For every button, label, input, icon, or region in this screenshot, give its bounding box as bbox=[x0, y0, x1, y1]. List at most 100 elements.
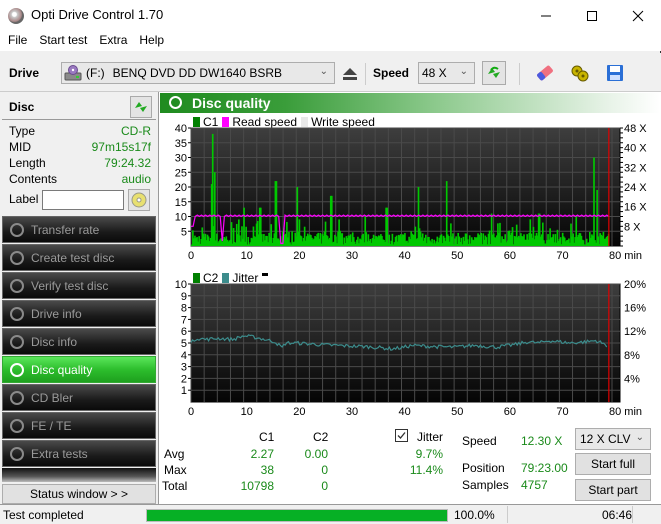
save-icon bbox=[607, 65, 623, 81]
erase-button[interactable] bbox=[533, 61, 557, 85]
c1-bar bbox=[488, 230, 491, 246]
start-part-button[interactable]: Start part bbox=[575, 479, 651, 501]
nav-disc-quality[interactable]: Disc quality bbox=[2, 356, 156, 383]
cd-bler-icon bbox=[10, 391, 24, 405]
y2-tick-label: 12% bbox=[624, 326, 646, 338]
progress-fill bbox=[147, 510, 447, 521]
refresh-speed-button[interactable] bbox=[482, 61, 506, 85]
total-c1: 10798 bbox=[240, 479, 274, 493]
avg-label: Avg bbox=[164, 447, 185, 461]
disc-label-button[interactable] bbox=[128, 189, 150, 211]
y-tick-label: 15 bbox=[175, 197, 187, 209]
max-label: Max bbox=[164, 463, 187, 477]
title-bar: Opti Drive Control 1.70 bbox=[0, 0, 661, 31]
nav-disc-info[interactable]: Disc info bbox=[2, 328, 156, 355]
disc-contents-value: audio bbox=[121, 172, 151, 186]
y-tick-label: 35 bbox=[175, 138, 187, 150]
c1-bar bbox=[230, 222, 233, 246]
avg-jitter: 9.7% bbox=[415, 447, 443, 461]
close-button[interactable] bbox=[615, 0, 661, 31]
y-tick-label: 1 bbox=[181, 385, 187, 397]
disc-mid-label: MID bbox=[9, 140, 31, 154]
drive-icon bbox=[64, 65, 82, 81]
disc-info-icon bbox=[10, 335, 24, 349]
c1-bar bbox=[480, 232, 483, 246]
status-window-button[interactable]: Status window > > bbox=[2, 484, 156, 504]
eject-button[interactable] bbox=[338, 62, 362, 86]
nav-label: Transfer rate bbox=[31, 223, 100, 237]
total-c2: 0 bbox=[321, 479, 328, 493]
c1-bar bbox=[511, 227, 514, 246]
nav-label: FE / TE bbox=[31, 419, 72, 433]
c1-bar bbox=[270, 224, 273, 246]
disc-label-input[interactable] bbox=[42, 190, 124, 210]
nav-label: Disc info bbox=[31, 335, 78, 349]
toolbar-divider bbox=[365, 63, 366, 85]
nav-transfer-rate[interactable]: Transfer rate bbox=[2, 216, 156, 243]
y-tick-label: 40 bbox=[175, 123, 187, 135]
nav-verify-test-disc[interactable]: Verify test disc bbox=[2, 272, 156, 299]
legend-marker bbox=[262, 272, 269, 276]
save-button[interactable] bbox=[603, 61, 627, 85]
c1-chart: 0 10 20 30 40 50 60 70 80 min 5 10 15 20 25 30 35 40 8 X 1… bbox=[175, 123, 648, 262]
nav-create-test-disc[interactable]: Create test disc bbox=[2, 244, 156, 271]
c1-bar bbox=[341, 233, 344, 246]
speed-label: Speed bbox=[373, 66, 410, 80]
nav-label: Disc quality bbox=[31, 363, 93, 377]
c2-jitter-chart: 0 10 20 30 40 50 60 70 80 min123456789104%8%12%1… bbox=[175, 279, 646, 418]
nav-fe-te[interactable]: FE / TE bbox=[2, 412, 156, 439]
samples-label: Samples bbox=[462, 478, 509, 492]
disc-header: Disc bbox=[2, 94, 156, 120]
total-label: Total bbox=[162, 479, 188, 493]
nav-cd-bler[interactable]: CD Bler bbox=[2, 384, 156, 411]
nav-extra-tests[interactable]: Extra tests bbox=[2, 440, 156, 467]
start-full-button[interactable]: Start full bbox=[575, 453, 651, 475]
nav-filler bbox=[2, 468, 156, 482]
max-c2: 0 bbox=[321, 463, 328, 477]
drive-select[interactable]: (F:) BENQ DVD DD DW1640 BSRB ⌄ bbox=[61, 62, 335, 84]
refresh-icon bbox=[135, 102, 147, 112]
test-speed-select[interactable]: 12 X CLV ⌄ bbox=[575, 428, 651, 450]
toolbar-divider bbox=[519, 63, 520, 85]
x-tick-label: 50 bbox=[451, 250, 463, 262]
cd-icon bbox=[131, 192, 147, 208]
fe-te-icon bbox=[10, 419, 24, 433]
nav-drive-info[interactable]: Drive info bbox=[2, 300, 156, 327]
x-tick-label: 0 bbox=[188, 406, 194, 418]
status-text: Test completed bbox=[3, 508, 84, 522]
y-tick-label: 10 bbox=[175, 279, 187, 291]
minimize-button[interactable] bbox=[523, 0, 569, 31]
progress-text: 100.0% bbox=[454, 508, 495, 522]
y-tick-label: 7 bbox=[181, 314, 187, 326]
chevron-down-icon: ⌄ bbox=[635, 432, 644, 443]
x-tick-label: 80 min bbox=[609, 250, 642, 262]
samples-value: 4757 bbox=[521, 478, 548, 492]
speed-select[interactable]: 48 X ⌄ bbox=[418, 62, 475, 84]
menu-start-test[interactable]: Start test bbox=[33, 31, 93, 51]
position-label: Position bbox=[462, 461, 505, 475]
jitter-checkbox[interactable] bbox=[395, 429, 408, 442]
x-tick-label: 40 bbox=[399, 406, 411, 418]
settings-button[interactable] bbox=[568, 61, 592, 85]
speed-stat-label: Speed bbox=[462, 434, 497, 448]
x-tick-label: 10 bbox=[241, 406, 253, 418]
menu-extra[interactable]: Extra bbox=[93, 31, 133, 51]
maximize-button[interactable] bbox=[569, 0, 615, 31]
disc-refresh-button[interactable] bbox=[130, 96, 152, 118]
y2-tick-label: 48 X bbox=[624, 123, 647, 135]
y-tick-label: 5 bbox=[181, 338, 187, 350]
speed-stat-value: 12.30 X bbox=[521, 434, 563, 448]
x-tick-label: 60 bbox=[504, 406, 516, 418]
extra-tests-icon bbox=[10, 447, 24, 461]
x-tick-label: 0 bbox=[188, 250, 194, 262]
disc-contents-row: Contents audio bbox=[9, 172, 151, 188]
y2-tick-label: 32 X bbox=[624, 162, 647, 174]
menu-file[interactable]: File bbox=[2, 31, 33, 51]
eraser-icon bbox=[537, 65, 553, 81]
disc-quality-icon bbox=[169, 96, 182, 109]
menu-help[interactable]: Help bbox=[133, 31, 170, 51]
y2-tick-label: 8% bbox=[624, 350, 640, 362]
speed-value: 48 X bbox=[422, 66, 447, 80]
nav-label: CD Bler bbox=[31, 391, 74, 405]
y-tick-label: 10 bbox=[175, 212, 187, 224]
